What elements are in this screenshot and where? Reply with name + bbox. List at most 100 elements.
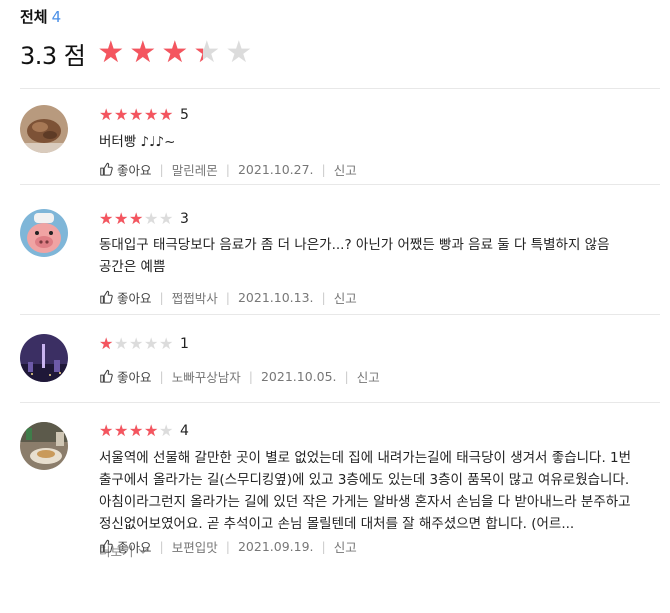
star-filled-icon: ★ ★ — [159, 105, 174, 124]
star-empty-icon: ★ — [225, 35, 253, 70]
review-meta: 좋아요 | 노빠꾸상남자 | 2021.10.05. | 신고 — [99, 367, 380, 385]
review-star-rating: ★ ★ ★ ★ ★ ★ — [99, 335, 174, 353]
review-rating: ★ ★ ★ ★ ★ ★ ★ ★ ★ ★ 5 — [99, 106, 648, 124]
review-item: ★ ★ ★ ★ ★ ★ ★ ★ 3 동대입구 태극당보다 음료가 좀 더 나은가...? 아닌… — [20, 184, 660, 314]
like-button[interactable]: 좋아요 — [99, 537, 152, 556]
author-name[interactable]: 보편입맛 — [172, 537, 218, 556]
review-rating: ★ ★ ★ ★ ★ ★ ★ ★ ★ 4 — [99, 422, 648, 440]
avatar[interactable] — [20, 105, 68, 153]
report-button[interactable]: 신고 — [334, 537, 357, 556]
star-fill: ★ — [99, 106, 114, 124]
thumbs-up-icon — [100, 539, 113, 553]
report-button[interactable]: 신고 — [334, 288, 357, 307]
review-meta: 좋아요 | 말린레몬 | 2021.10.27. | 신고 — [99, 160, 357, 178]
review-rating: ★ ★ ★ ★ ★ ★ 1 — [99, 335, 648, 353]
star-filled-icon: ★ ★ — [99, 334, 114, 353]
report-button[interactable]: 신고 — [334, 160, 357, 179]
divider: | — [159, 161, 164, 177]
star-filled-icon: ★ ★ — [129, 421, 144, 440]
author-name[interactable]: 말린레몬 — [172, 160, 218, 179]
rating-number: 1 — [180, 336, 189, 352]
divider: | — [225, 289, 230, 305]
star-filled-icon: ★ ★ — [144, 105, 159, 124]
star-filled-icon: ★ ★ — [114, 421, 129, 440]
star-filled-icon: ★ ★ — [129, 36, 161, 70]
star-fill: ★ — [193, 36, 203, 70]
review-date: 2021.10.05. — [260, 368, 337, 384]
review-star-rating: ★ ★ ★ ★ ★ ★ ★ ★ ★ — [99, 422, 174, 440]
star-fill: ★ — [144, 422, 159, 440]
avatar[interactable] — [20, 209, 68, 257]
review-star-rating: ★ ★ ★ ★ ★ ★ ★ ★ ★ ★ — [99, 106, 174, 124]
star-fill: ★ — [99, 422, 114, 440]
star-empty-icon: ★ — [159, 209, 174, 228]
review-meta: 좋아요 | 쩝쩝박사 | 2021.10.13. | 신고 — [99, 288, 357, 306]
average-star-rating: ★★★★★★★★★ — [97, 36, 257, 70]
thumbs-up-icon — [100, 290, 113, 304]
star-empty-icon: ★ — [159, 421, 174, 440]
average-score-value: 3.3 점 — [20, 41, 86, 70]
author-name[interactable]: 노빠꾸상남자 — [172, 367, 241, 386]
review-item: ★ ★ ★ ★ ★ ★ ★ ★ ★ 4 서울역에 선물해 갈만한 곳이 별로 없었는데 집에 내… — [20, 402, 660, 592]
star-filled-icon: ★ ★ — [161, 36, 193, 70]
like-label: 좋아요 — [117, 162, 152, 178]
rating-number: 3 — [180, 211, 189, 227]
thumbs-up-icon — [100, 162, 113, 176]
review-list: ★ ★ ★ ★ ★ ★ ★ ★ ★ ★ 5 버터빵 ♪♩♪~ 좋아요 | 말린레몬 | 2021.… — [20, 88, 660, 592]
star-fill: ★ — [129, 210, 144, 228]
review-star-rating: ★ ★ ★ ★ ★ ★ ★ ★ — [99, 210, 174, 228]
star-filled-icon: ★ ★ — [97, 36, 129, 70]
star-fill: ★ — [114, 422, 129, 440]
author-name[interactable]: 쩝쩝박사 — [172, 288, 218, 307]
avatar[interactable] — [20, 334, 68, 382]
review-content: ★ ★ ★ ★ ★ ★ ★ ★ ★ ★ 5 버터빵 ♪♩♪~ — [99, 106, 648, 153]
divider: | — [248, 368, 253, 384]
like-button[interactable]: 좋아요 — [99, 288, 152, 307]
star-fill: ★ — [129, 422, 144, 440]
review-content: ★ ★ ★ ★ ★ ★ 1 — [99, 335, 648, 353]
review-text: 서울역에 선물해 갈만한 곳이 별로 없었는데 집에 내려가는길에 태극당이 생… — [99, 450, 632, 532]
review-text: 동대입구 태극당보다 음료가 좀 더 나은가...? 아닌가 어쨌든 빵과 음료… — [99, 237, 610, 275]
pig-chef-cartoon-icon — [20, 209, 68, 257]
review-content: ★ ★ ★ ★ ★ ★ ★ ★ 3 동대입구 태극당보다 음료가 좀 더 나은가...? 아닌… — [99, 210, 648, 278]
review-rating: ★ ★ ★ ★ ★ ★ ★ ★ 3 — [99, 210, 648, 228]
star-fill: ★ — [99, 210, 114, 228]
divider: | — [344, 368, 349, 384]
review-meta: 좋아요 | 보편입맛 | 2021.09.19. | 신고 — [99, 537, 357, 555]
like-button[interactable]: 좋아요 — [99, 367, 152, 386]
star-empty-icon: ★ — [144, 209, 159, 228]
croissant-photo-icon — [20, 105, 68, 153]
star-filled-icon: ★ ★ — [129, 105, 144, 124]
like-button[interactable]: 좋아요 — [99, 160, 152, 179]
divider: | — [321, 289, 326, 305]
city-night-photo-icon — [20, 334, 68, 382]
star-fill: ★ — [129, 36, 157, 70]
star-partial-icon: ★★ — [193, 35, 221, 70]
avatar[interactable] — [20, 422, 68, 470]
star-fill: ★ — [144, 106, 159, 124]
total-count: 4 — [51, 8, 62, 26]
rating-number: 5 — [180, 107, 189, 123]
divider: | — [321, 161, 326, 177]
review-item: ★ ★ ★ ★ ★ ★ 1 좋아요 | 노빠꾸상남자 | 2021.10.05. | 신고 — [20, 314, 660, 402]
like-label: 좋아요 — [117, 369, 152, 385]
review-date: 2021.10.27. — [237, 161, 314, 177]
cafe-food-photo-icon — [20, 422, 68, 470]
star-empty-icon: ★ — [144, 334, 159, 353]
star-filled-icon: ★ ★ — [99, 105, 114, 124]
total-label: 전체 — [20, 8, 48, 26]
review-date: 2021.10.13. — [237, 289, 314, 305]
star-fill: ★ — [114, 210, 129, 228]
divider: | — [159, 368, 164, 384]
star-empty-icon: ★ — [114, 334, 129, 353]
report-button[interactable]: 신고 — [357, 367, 380, 386]
divider: | — [321, 538, 326, 554]
divider: | — [159, 538, 164, 554]
total-reviews: 전체 4 — [20, 6, 257, 28]
star-fill: ★ — [161, 36, 189, 70]
star-filled-icon: ★ ★ — [114, 209, 129, 228]
star-filled-icon: ★ ★ — [129, 209, 144, 228]
rating-summary: 전체4 3.3 점 ★★★★★★★★★ — [20, 6, 257, 70]
star-fill: ★ — [97, 36, 125, 70]
review-item: ★ ★ ★ ★ ★ ★ ★ ★ ★ ★ 5 버터빵 ♪♩♪~ 좋아요 | 말린레몬 | 2021.… — [20, 88, 660, 184]
